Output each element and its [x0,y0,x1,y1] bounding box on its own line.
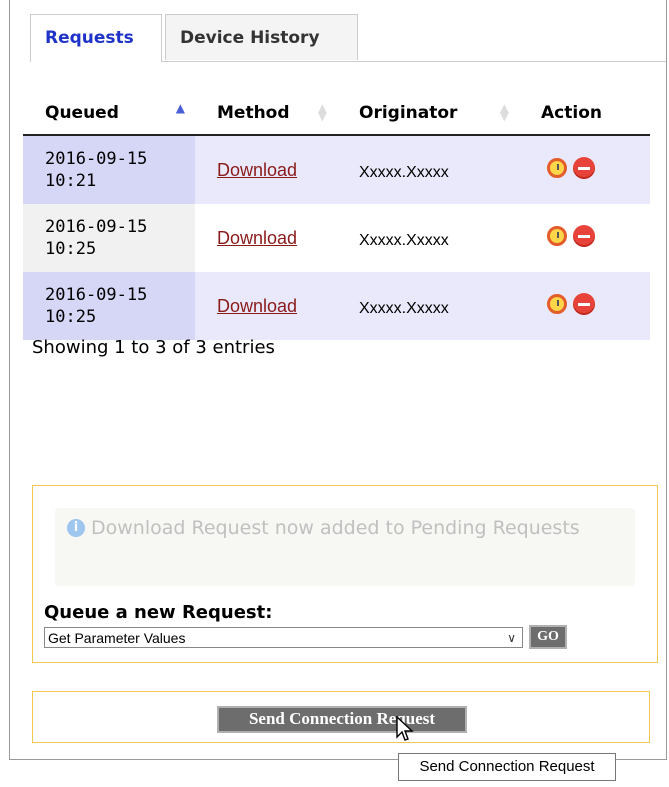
column-header-action: Action [519,92,650,136]
remove-icon[interactable] [573,293,595,315]
method-cell: Download [195,204,337,272]
tab-requests[interactable]: Requests [30,14,162,62]
request-type-select[interactable]: Get Parameter Values ∨ [44,627,523,648]
sort-both-icon: ▲ ▼ [317,101,327,123]
table-row: 2016-09-15 10:25 Download Xxxxx.Xxxxx [23,204,650,272]
remove-icon[interactable] [573,225,595,247]
table-row: 2016-09-15 10:21 Download Xxxxx.Xxxxx [23,135,650,204]
tab-device-history[interactable]: Device History [165,14,358,60]
info-icon: i [67,519,85,537]
column-header-method[interactable]: Method ▲ ▼ [195,92,337,136]
action-cell [519,272,650,340]
tab-bar: Requests Device History [30,12,666,62]
originator-cell: Xxxxx.Xxxxx [359,232,449,249]
send-connection-request-button[interactable]: Send Connection Request [217,706,467,733]
table-info: Showing 1 to 3 of 3 entries [32,337,275,358]
action-cell [519,135,650,204]
sort-both-icon: ▲ ▼ [499,101,509,123]
originator-cell: Xxxxx.Xxxxx [337,272,519,340]
remove-icon[interactable] [573,157,595,179]
requests-table: Queued ▲ Method ▲ ▼ Originator ▲ ▼ Action … [23,92,650,340]
mouse-cursor-icon [396,716,414,741]
method-link[interactable]: Download [217,160,297,180]
method-link[interactable]: Download [217,296,297,316]
alarm-clock-icon[interactable] [547,294,567,314]
chevron-down-icon: ∨ [507,631,516,645]
select-value: Get Parameter Values [48,630,186,646]
action-cell [519,204,650,272]
originator-cell: Xxxxx.Xxxxx [337,135,519,204]
queued-cell: 2016-09-15 10:25 [23,204,195,272]
queue-label: Queue a new Request: [44,602,273,623]
method-cell: Download [195,135,337,204]
notice-message: i Download Request now added to Pending … [55,508,635,586]
table-row: 2016-09-15 10:25 Download Xxxxx.Xxxxx [23,272,650,340]
sort-ascending-icon: ▲ [175,101,185,115]
method-link[interactable]: Download [217,228,297,248]
alarm-clock-icon[interactable] [547,226,567,246]
method-cell: Download [195,272,337,340]
queued-cell: 2016-09-15 10:25 [23,272,195,340]
go-button[interactable]: GO [529,625,567,649]
column-header-originator[interactable]: Originator ▲ ▼ [337,92,519,136]
queued-cell: 2016-09-15 10:21 [23,135,195,204]
notice-text: Download Request now added to Pending Re… [91,517,580,539]
tooltip: Send Connection Request [398,753,616,781]
queue-request-box: i Download Request now added to Pending … [32,485,658,663]
column-header-queued[interactable]: Queued ▲ [23,92,195,136]
send-connection-box: Send Connection Request [32,691,650,743]
alarm-clock-icon[interactable] [547,158,567,178]
